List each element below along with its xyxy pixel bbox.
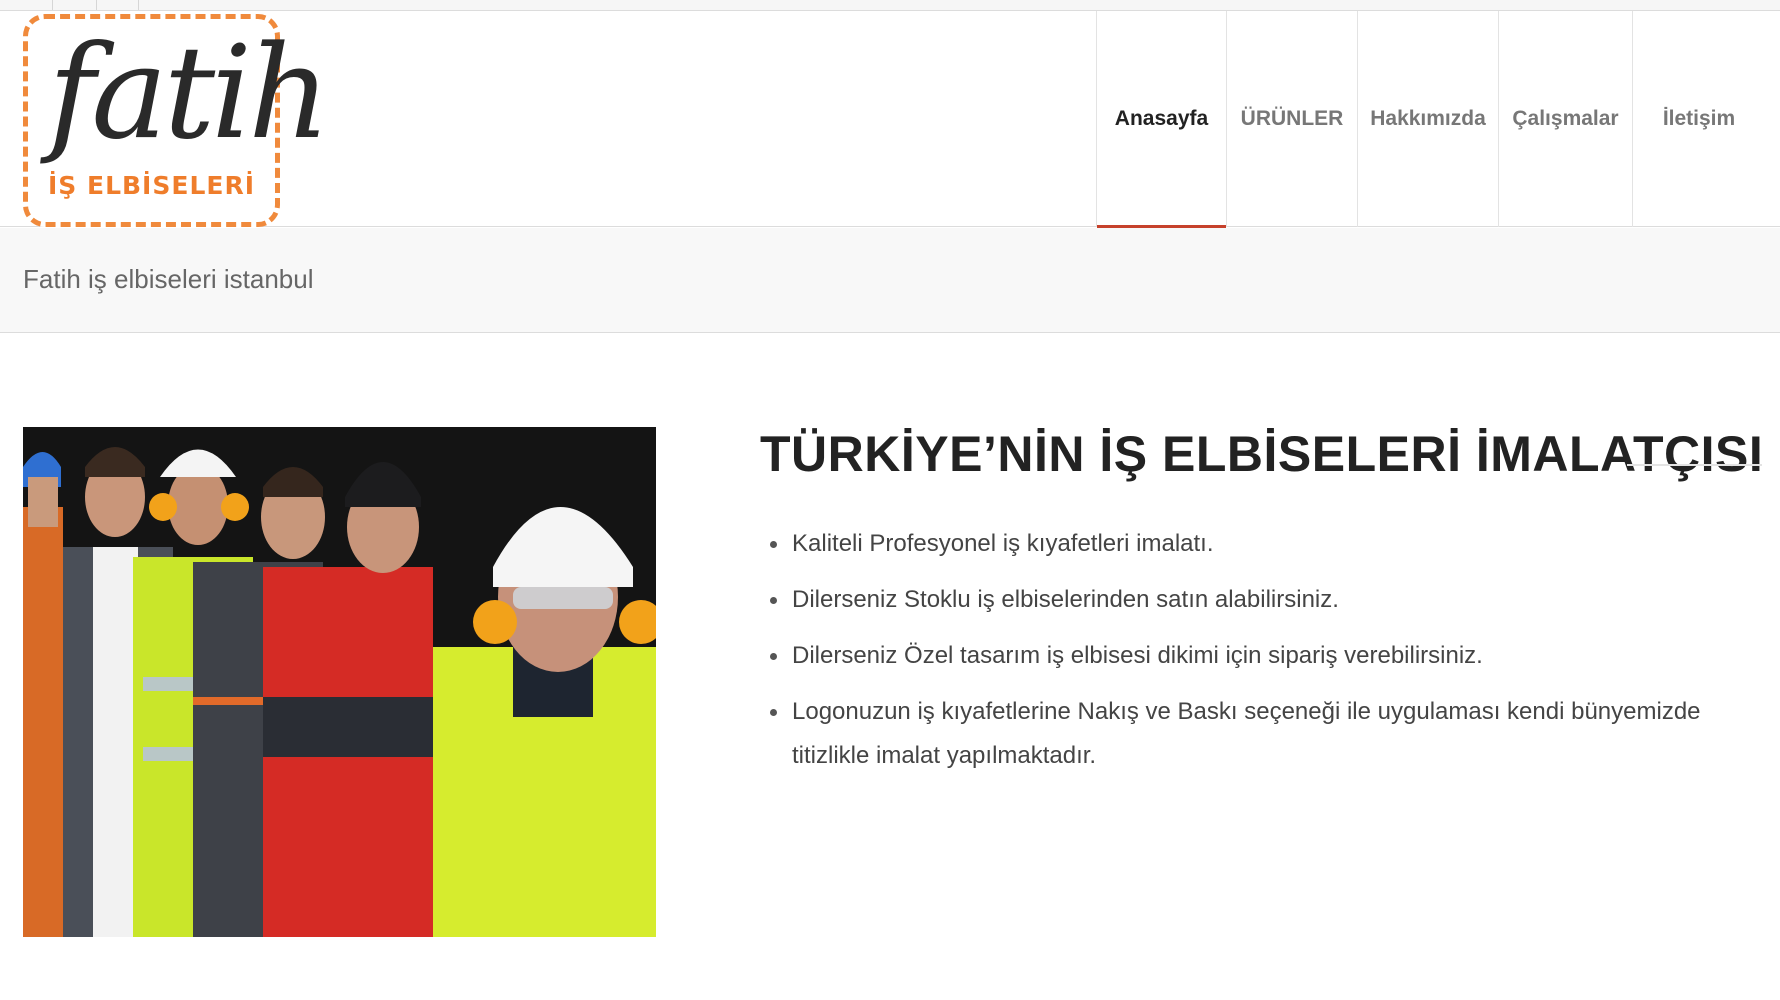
feature-list: Kaliteli Profesyonel iş kıyafetleri imal… [770,522,1770,790]
workers-photo-illustration [23,427,656,937]
breadcrumb-title: Fatih iş elbiseleri istanbul [23,264,314,294]
list-item: Kaliteli Profesyonel iş kıyafetleri imal… [770,522,1770,566]
list-item: Dilerseniz Özel tasarım iş elbisesi diki… [770,634,1770,678]
breadcrumb-bar: Fatih iş elbiseleri istanbul [0,228,1780,333]
nav-item-iletisim[interactable]: İletişim [1632,11,1765,227]
top-bar-divider [52,0,53,10]
top-bar [0,0,1780,11]
list-item: Logonuzun iş kıyafetlerine Nakış ve Bask… [770,690,1770,778]
page-headline: TÜRKİYE’NİN İŞ ELBİSELERİ İMALATÇISI [760,426,1764,482]
main-nav: Anasayfa ÜRÜNLER Hakkımızda Çalışmalar İ… [1096,11,1765,228]
headline-divider [1627,464,1762,466]
top-bar-divider [96,0,97,10]
top-bar-divider [138,0,139,10]
site-logo[interactable]: fatih İŞ ELBİSELERİ [23,14,331,227]
logo-subtitle: İŞ ELBİSELERİ [47,171,256,200]
logo-wordmark: fatih [48,19,331,168]
list-item: Dilerseniz Stoklu iş elbiselerinden satı… [770,578,1770,622]
nav-item-hakkimizda[interactable]: Hakkımızda [1357,11,1498,227]
nav-item-calismalar[interactable]: Çalışmalar [1498,11,1632,227]
nav-item-anasayfa[interactable]: Anasayfa [1096,11,1226,228]
site-header: fatih İŞ ELBİSELERİ Anasayfa ÜRÜNLER Hak… [0,11,1780,228]
nav-item-urunler[interactable]: ÜRÜNLER [1226,11,1357,227]
hero-workers-image [23,427,656,937]
